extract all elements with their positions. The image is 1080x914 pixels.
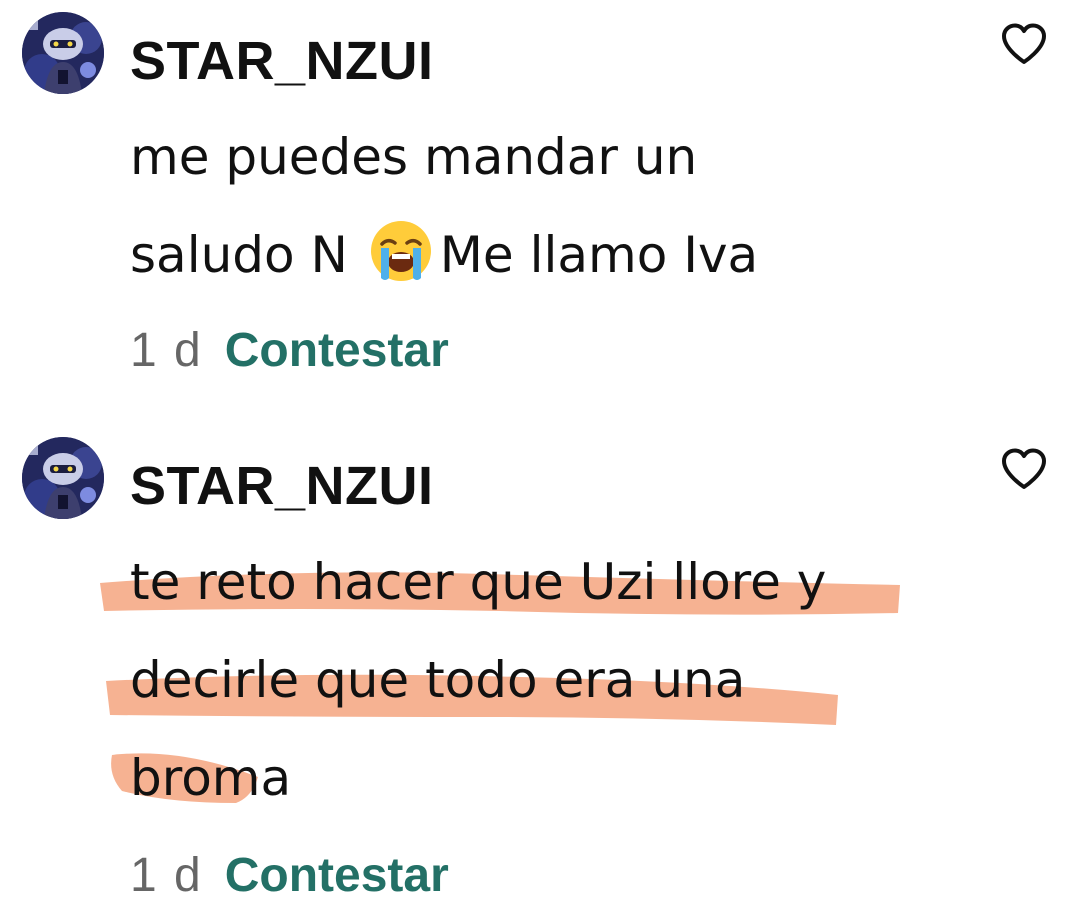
comment-meta: 1 d Contestar — [130, 845, 449, 906]
comment-text-line: broma — [130, 749, 292, 807]
avatar[interactable] — [22, 437, 104, 519]
comment-text-line: saludo N Me llamo Iva — [130, 206, 1030, 304]
heart-outline-icon[interactable] — [1000, 22, 1048, 66]
comment-text-line: decirle que todo era una — [130, 651, 746, 709]
reply-button[interactable]: Contestar — [225, 324, 449, 377]
comment-text-line: te reto hacer que Uzi llore y — [130, 553, 827, 611]
loudly-crying-face-emoji — [368, 218, 434, 284]
robot-avatar-icon — [22, 12, 104, 94]
avatar[interactable] — [22, 12, 104, 94]
comment-feed: STAR_NZUI me puedes mandar un saludo N M… — [0, 0, 1080, 914]
comment-text: me puedes mandar un saludo N Me llamo Iv… — [130, 108, 1030, 304]
comment-timestamp: 1 d — [130, 324, 203, 377]
comment-text-line: me puedes mandar un — [130, 128, 698, 186]
comment-text: te reto hacer que Uzi llore y decirle qu… — [130, 533, 1030, 827]
reply-button[interactable]: Contestar — [225, 849, 449, 902]
heart-outline-icon[interactable] — [1000, 447, 1048, 491]
comment-meta: 1 d Contestar — [130, 320, 449, 381]
comment-username[interactable]: STAR_NZUI — [130, 455, 434, 517]
robot-avatar-icon — [22, 437, 104, 519]
comment-item: STAR_NZUI te reto hacer que Uzi llore y … — [0, 425, 1080, 914]
comment-username[interactable]: STAR_NZUI — [130, 30, 434, 92]
comment-item: STAR_NZUI me puedes mandar un saludo N M… — [0, 0, 1080, 410]
comment-timestamp: 1 d — [130, 849, 203, 902]
